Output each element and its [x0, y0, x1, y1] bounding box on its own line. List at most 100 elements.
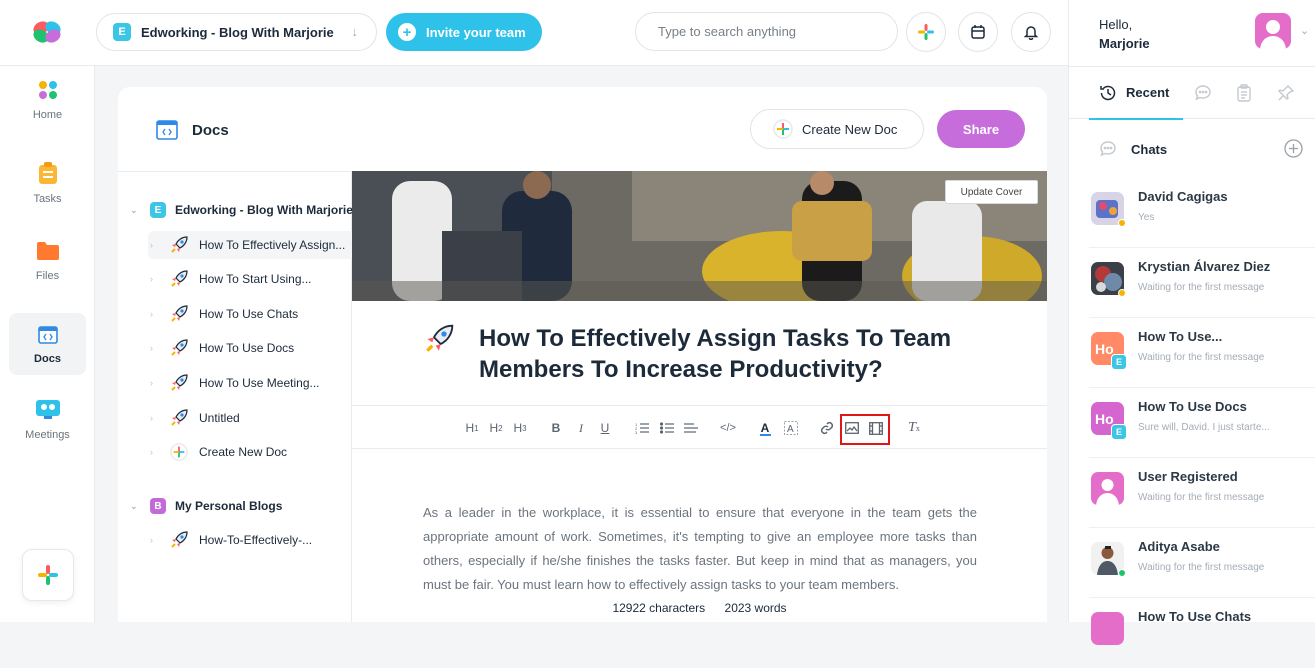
underline-icon[interactable]: U [598, 417, 612, 439]
tree-workspace-name: My Personal Blogs [175, 499, 283, 513]
workspace-badge: E [1111, 424, 1127, 440]
chevron-right-icon: › [150, 447, 153, 457]
right-panel-tabs: Recent [1069, 66, 1315, 120]
workspace-badge: E [1111, 354, 1127, 370]
chevron-right-icon[interactable]: › [148, 535, 170, 545]
pin-icon[interactable] [1277, 84, 1295, 102]
heading1-icon[interactable]: H1 [464, 417, 480, 439]
align-left-icon[interactable] [683, 417, 699, 439]
calendar-button[interactable] [958, 12, 998, 52]
tree-doc-item[interactable]: › How To Use Chats [148, 300, 352, 328]
chat-message: Waiting for the first message [1138, 492, 1265, 503]
tree-doc-label: How-To-Effectively-... [199, 533, 313, 547]
clear-format-icon[interactable]: Tx [906, 417, 922, 439]
chat-name: David Cagigas [1138, 189, 1228, 204]
tree-doc-item[interactable]: › Untitled [148, 404, 352, 432]
page-title: Docs [192, 121, 229, 139]
tree-doc-item[interactable]: › How To Use Docs [148, 334, 352, 362]
chevron-down-icon[interactable]: ⌄ [1300, 24, 1309, 37]
invite-team-button[interactable]: + Invite your team [386, 13, 542, 51]
chat-item[interactable]: Ho E How To Use Docs Sure will, David. I… [1089, 388, 1315, 458]
chat-item[interactable]: Ho E How To Use... Waiting for the first… [1089, 318, 1315, 388]
add-chat-icon[interactable] [1284, 139, 1303, 158]
nav-label-meetings: Meetings [25, 429, 70, 441]
rocket-icon[interactable] [424, 324, 454, 359]
code-doc-icon [37, 326, 58, 344]
nav-item-tasks[interactable]: Tasks [9, 149, 86, 211]
bold-icon[interactable]: B [549, 417, 563, 439]
create-new-doc-button[interactable]: Create New Doc [750, 109, 924, 149]
chevron-right-icon[interactable]: › [148, 274, 170, 284]
chat-item[interactable]: How To Use Chats [1089, 598, 1315, 668]
tree-doc-label: How To Effectively Assign... [199, 238, 346, 252]
quick-action-button[interactable] [22, 549, 74, 601]
tree-create-doc[interactable]: › Create New Doc [148, 438, 352, 466]
tree-doc-label: How To Use Docs [199, 341, 295, 355]
quick-add-button[interactable] [906, 12, 946, 52]
tab-recent-label: Recent [1126, 85, 1170, 100]
share-button[interactable]: Share [937, 110, 1025, 148]
chat-item[interactable]: David Cagigas Yes [1089, 178, 1315, 248]
tab-recent[interactable]: Recent [1089, 67, 1183, 120]
user-avatar[interactable] [1255, 13, 1291, 49]
code-icon[interactable]: </> [719, 417, 737, 439]
chat-message: Yes [1138, 212, 1155, 223]
chat-bubble-icon[interactable] [1194, 84, 1212, 102]
heading2-icon[interactable]: H2 [488, 417, 504, 439]
svg-text:3: 3 [635, 430, 638, 434]
top-bar: E Edworking - Blog With Marjorie ↓ + Inv… [0, 0, 1068, 66]
chevron-down-icon: ⌄ [130, 500, 138, 511]
code-doc-icon [156, 120, 178, 140]
app-logo-icon[interactable] [31, 19, 63, 45]
chevron-right-icon[interactable]: › [148, 309, 170, 319]
bullet-list-icon[interactable] [659, 417, 675, 439]
tree-doc-item[interactable]: › How To Start Using... [148, 265, 352, 293]
chevron-down-icon: ↓ [351, 24, 359, 39]
link-icon[interactable] [819, 417, 835, 439]
heading3-icon[interactable]: H3 [512, 417, 528, 439]
nav-item-files[interactable]: Files [9, 228, 86, 290]
chat-item[interactable]: User Registered Waiting for the first me… [1089, 458, 1315, 528]
avatar [1091, 472, 1124, 505]
rocket-icon [170, 270, 188, 288]
chat-item[interactable]: Aditya Asabe Waiting for the first messa… [1089, 528, 1315, 598]
tree-doc-label: How To Use Chats [199, 307, 299, 321]
nav-item-home[interactable]: Home [9, 67, 86, 129]
tree-doc-item[interactable]: › How To Use Meeting... [148, 369, 352, 397]
plus-icon: + [398, 23, 416, 41]
rocket-icon [170, 374, 188, 392]
greeting-user: Marjorie [1099, 36, 1150, 51]
tree-workspace-edworking[interactable]: ⌄ E Edworking - Blog With Marjorie [130, 200, 353, 220]
tree-doc-item[interactable]: › How To Effectively Assign... [148, 231, 352, 259]
tree-doc-label: Untitled [199, 411, 240, 425]
invite-label: Invite your team [426, 24, 526, 40]
nav-label-home: Home [32, 109, 63, 121]
chevron-right-icon[interactable]: › [148, 413, 170, 423]
rocket-icon [170, 236, 188, 254]
clipboard-icon[interactable] [1235, 84, 1253, 102]
chat-item[interactable]: Krystian Álvarez Diez Waiting for the fi… [1089, 248, 1315, 318]
nav-label-docs: Docs [34, 353, 61, 365]
nav-item-docs[interactable]: Docs [9, 313, 86, 375]
workspace-badge: E [150, 202, 166, 218]
highlight-icon[interactable]: A [783, 417, 799, 439]
chevron-right-icon[interactable]: › [148, 343, 170, 353]
nav-item-meetings[interactable]: Meetings [9, 387, 86, 449]
clipboard-icon [38, 162, 57, 184]
doc-title[interactable]: How To Effectively Assign Tasks To Team … [479, 323, 999, 385]
workspace-selector[interactable]: E Edworking - Blog With Marjorie ↓ [96, 13, 377, 51]
notifications-button[interactable] [1011, 12, 1051, 52]
ordered-list-icon[interactable]: 123 [634, 417, 650, 439]
chevron-right-icon[interactable]: › [148, 240, 170, 250]
tree-workspace-personal[interactable]: ⌄ B My Personal Blogs [130, 496, 282, 516]
update-cover-button[interactable]: Update Cover [945, 180, 1038, 204]
chevron-right-icon[interactable]: › [148, 378, 170, 388]
character-count: 12922 characters [612, 601, 706, 615]
text-color-icon[interactable]: A [758, 417, 772, 439]
search-input[interactable]: Type to search anything [635, 12, 898, 51]
tree-doc-item[interactable]: › How-To-Effectively-... [148, 526, 352, 554]
italic-icon[interactable]: I [574, 417, 588, 439]
doc-body[interactable]: As a leader in the workplace, it is esse… [423, 501, 977, 597]
colorful-plus-icon [918, 24, 934, 40]
chat-message: Waiting for the first message [1138, 352, 1265, 363]
